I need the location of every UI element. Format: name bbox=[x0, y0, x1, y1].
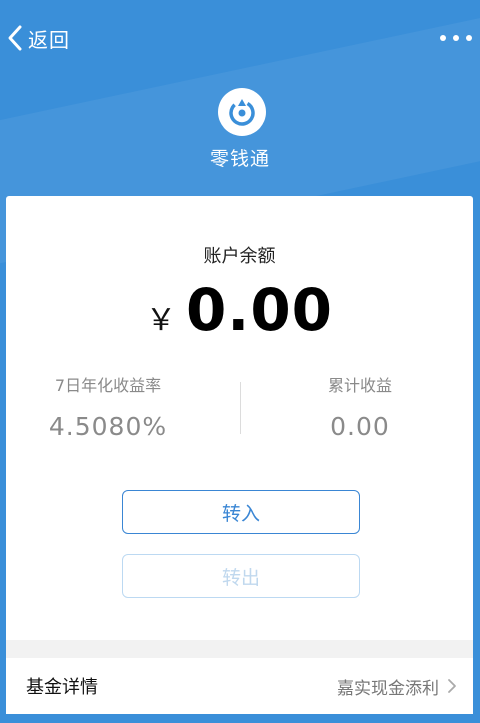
total-income-stat: 累计收益 0.00 bbox=[260, 372, 460, 441]
fund-name: 嘉实现金添利 bbox=[337, 678, 439, 699]
annual-rate-stat: 7日年化收益率 4.5080% bbox=[8, 372, 208, 441]
back-button[interactable]: 返回 bbox=[6, 22, 70, 54]
chevron-right-icon bbox=[448, 679, 456, 693]
stat-divider bbox=[240, 382, 241, 434]
total-income-label: 累计收益 bbox=[327, 376, 392, 395]
annual-rate-label: 7日年化收益率 bbox=[54, 376, 162, 395]
annual-rate-value: 4.5080% bbox=[48, 412, 168, 441]
currency-symbol: ￥ bbox=[145, 303, 176, 338]
fund-detail-right: 嘉实现金添利 bbox=[337, 674, 457, 699]
balance-value: 0.00 bbox=[185, 276, 334, 344]
back-label: 返回 bbox=[28, 27, 70, 52]
balance-amount: ￥ 0.00 bbox=[6, 276, 473, 344]
app-name: 零钱通 bbox=[209, 148, 270, 170]
transfer-in-button[interactable]: 转入 bbox=[122, 490, 360, 534]
nav-bar: 返回 bbox=[0, 0, 480, 76]
transfer-out-button[interactable]: 转出 bbox=[122, 554, 360, 598]
balance-label: 账户余额 bbox=[203, 246, 276, 267]
fund-detail-label: 基金详情 bbox=[26, 677, 98, 698]
more-icon[interactable] bbox=[440, 28, 472, 48]
total-income-value: 0.00 bbox=[330, 412, 390, 441]
chevron-left-icon bbox=[8, 25, 22, 51]
app-logo-icon bbox=[218, 88, 266, 136]
fund-detail-row[interactable]: 基金详情 嘉实现金添利 bbox=[6, 658, 473, 714]
section-separator bbox=[6, 640, 473, 658]
balance-card: 账户余额 ￥ 0.00 7日年化收益率 4.5080% 累计收益 0.00 转入… bbox=[6, 196, 473, 656]
